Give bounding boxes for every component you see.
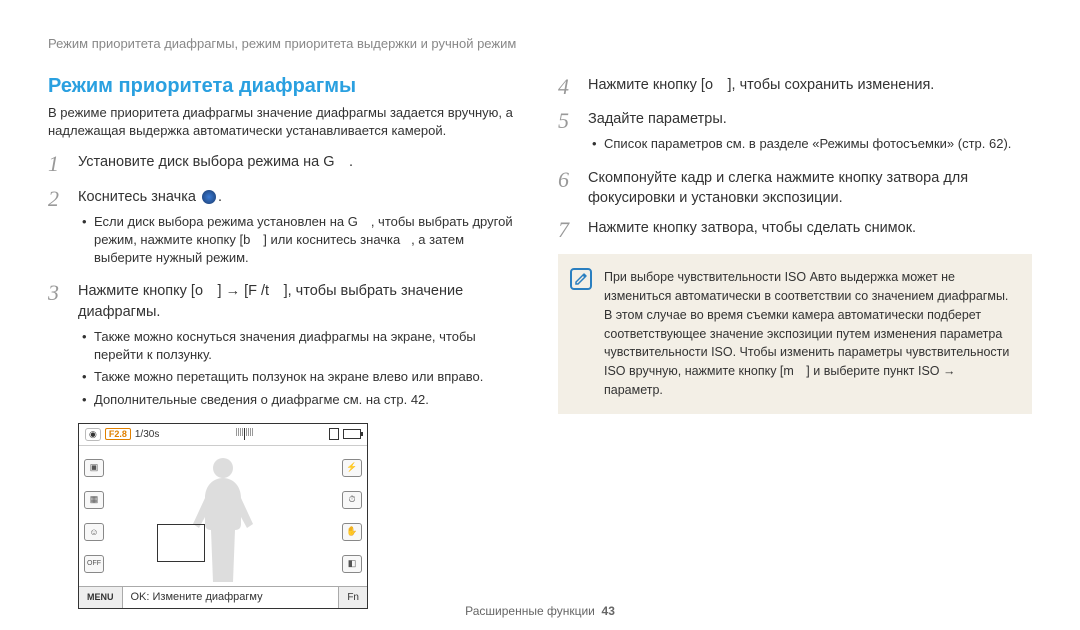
- focus-frame-icon: [157, 524, 205, 562]
- step-number: 5: [558, 109, 578, 157]
- page-number: 43: [602, 604, 615, 618]
- mode-badge-icon: ◉: [85, 428, 101, 441]
- step-4: 4 Нажмите кнопку [o ], чтобы сохранить и…: [558, 75, 1032, 99]
- lcd-top-bar: ◉ F2.8 1/30s: [79, 424, 367, 446]
- stabilizer-icon: ✋: [342, 523, 362, 541]
- step-text: Нажмите кнопку [o ] → [F /t ], чтобы выб…: [78, 281, 522, 412]
- flash-mode-icon: ⚡: [342, 459, 362, 477]
- lcd-right-icons: ⚡ ⏱ ✋ ◧: [337, 446, 367, 586]
- lcd-viewfinder: [109, 446, 337, 586]
- step-7: 7 Нажмите кнопку затвора, чтобы сделать …: [558, 218, 1032, 242]
- page-footer: Расширенные функции 43: [0, 604, 1080, 618]
- intro-text: В режиме приоритета диафрагмы значение д…: [48, 104, 522, 140]
- step-text: Нажмите кнопку [o ], чтобы сохранить изм…: [588, 75, 1032, 99]
- timer-icon: ⏱: [342, 491, 362, 509]
- step-text: Скомпонуйте кадр и слегка нажмите кнопку…: [588, 168, 1032, 209]
- step-subitem: Список параметров см. в разделе «Режимы …: [592, 135, 1032, 153]
- person-silhouette-icon: [183, 454, 263, 584]
- step-number: 2: [48, 187, 68, 272]
- step-5: 5 Задайте параметры. Список параметров с…: [558, 109, 1032, 157]
- card-icon: [329, 428, 339, 440]
- drive-mode-icon: ▣: [84, 459, 104, 477]
- step-text: Установите диск выбора режима на G .: [78, 152, 522, 176]
- step-subitem: Также можно перетащить ползунок на экран…: [82, 368, 522, 386]
- right-column: 4 Нажмите кнопку [o ], чтобы сохранить и…: [558, 75, 1032, 609]
- step-number: 1: [48, 152, 68, 176]
- note-pencil-icon: [570, 268, 592, 290]
- step-6: 6 Скомпонуйте кадр и слегка нажмите кноп…: [558, 168, 1032, 209]
- mode-icon: [202, 190, 216, 204]
- step-subitem: Если диск выбора режима установлен на G …: [82, 213, 522, 268]
- section-heading: Режим приоритета диафрагмы: [48, 75, 522, 98]
- step-number: 3: [48, 281, 68, 412]
- breadcrumb: Режим приоритета диафрагмы, режим приори…: [48, 36, 1032, 51]
- step-number: 7: [558, 218, 578, 242]
- step-text-pre: Коснитесь значка: [78, 189, 200, 205]
- left-column: Режим приоритета диафрагмы В режиме прио…: [48, 75, 522, 609]
- off-toggle-icon: OFF: [84, 555, 104, 573]
- info-note: При выборе чувствительности ISO Авто выд…: [558, 254, 1032, 413]
- camera-lcd-mockup: ◉ F2.8 1/30s ▣ ▦ ☺ OFF: [78, 423, 368, 609]
- step-3: 3 Нажмите кнопку [o ] → [F /t ], чтобы в…: [48, 281, 522, 412]
- step-subitem: Дополнительные сведения о диафрагме см. …: [82, 391, 522, 409]
- step-text-main: Нажмите кнопку [o ] → [F /t ], чтобы выб…: [78, 283, 463, 319]
- subitem-text: Если диск выбора режима установлен на G …: [94, 214, 513, 265]
- footer-section: Расширенные функции: [465, 604, 595, 618]
- shutter-value: 1/30s: [135, 429, 159, 440]
- photo-size-icon: ▦: [84, 491, 104, 509]
- step-subitem: Также можно коснуться значения диафрагмы…: [82, 328, 522, 364]
- metering-icon: ◧: [342, 555, 362, 573]
- step-text: Задайте параметры. Список параметров см.…: [588, 109, 1032, 157]
- step-number: 6: [558, 168, 578, 209]
- step-1: 1 Установите диск выбора режима на G .: [48, 152, 522, 176]
- step-number: 4: [558, 75, 578, 99]
- lcd-left-icons: ▣ ▦ ☺ OFF: [79, 446, 109, 586]
- exposure-scale-icon: [163, 428, 325, 440]
- step-text-post: .: [218, 189, 222, 205]
- step-text: Коснитесь значка . Если диск выбора режи…: [78, 187, 522, 272]
- step-2: 2 Коснитесь значка . Если диск выбора ре…: [48, 187, 522, 272]
- step-text-main: Задайте параметры.: [588, 111, 727, 127]
- aperture-value: F2.8: [105, 428, 131, 440]
- battery-icon: [343, 429, 361, 439]
- face-detect-icon: ☺: [84, 523, 104, 541]
- note-text: При выборе чувствительности ISO Авто выд…: [604, 268, 1016, 399]
- step-text: Нажмите кнопку затвора, чтобы сделать сн…: [588, 218, 1032, 242]
